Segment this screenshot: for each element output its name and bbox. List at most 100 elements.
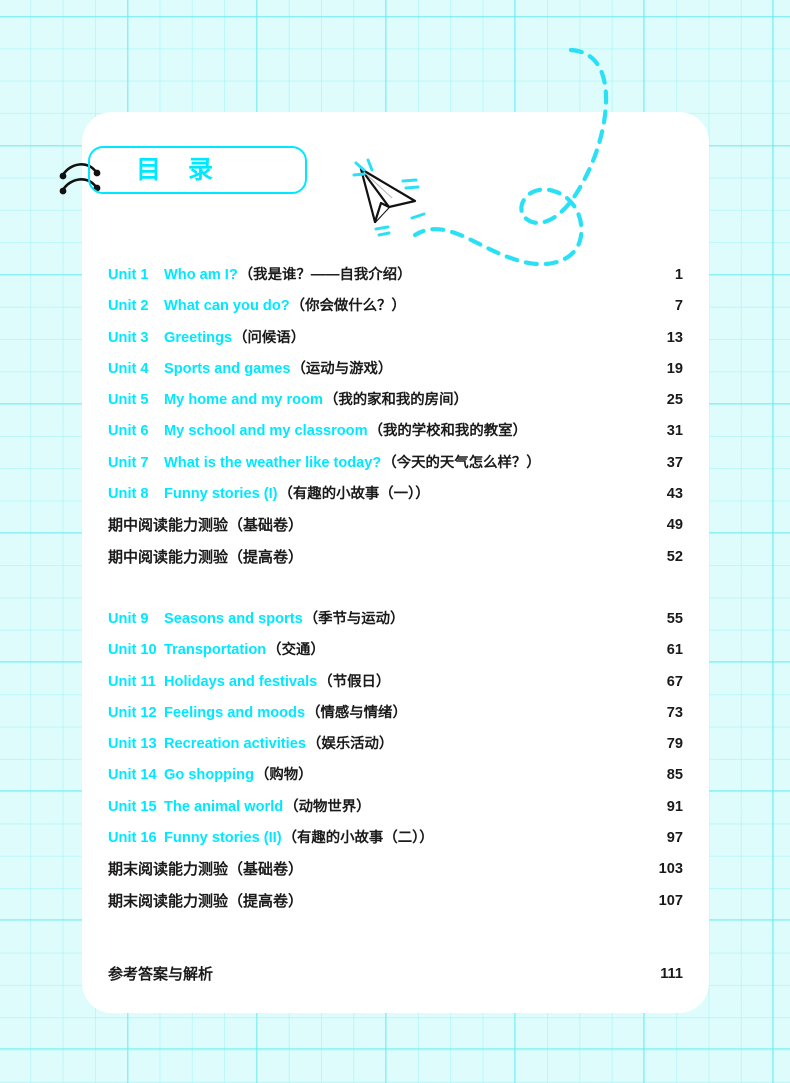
page-number: 31: [666, 423, 683, 440]
toc-row-label: Unit 14 Go shopping（购物）: [108, 762, 313, 785]
toc-row[interactable]: Unit 2 What can you do?（你会做什么？） 7: [108, 293, 683, 324]
unit-title-cn: （动物世界）: [284, 798, 371, 815]
unit-title-en: Greetings: [164, 329, 233, 346]
toc-block-first-半: Unit 1 Who am I?（我是谁？——自我介绍） 1 Unit 2 What…: [108, 262, 683, 575]
page-number: 19: [666, 360, 683, 377]
unit-number: Unit 6: [108, 423, 149, 440]
unit-number: Unit 12: [108, 704, 157, 721]
unit-title-cn: （季节与运动）: [303, 610, 405, 627]
unit-number: Unit 9: [108, 610, 149, 627]
toc-row[interactable]: Unit 5 My home and my room（我的家和我的房间） 25: [108, 387, 683, 418]
toc-row[interactable]: Unit 3 Greetings（问候语） 13: [108, 325, 683, 356]
unit-title-cn: （有趣的小故事（二））: [282, 830, 434, 847]
page-title: 目 录: [136, 156, 223, 184]
unit-title-en: Seasons and sports: [164, 610, 303, 627]
toc-row-label: 参考答案与解析: [108, 961, 213, 985]
unit-number: Unit 11: [108, 673, 156, 690]
page-number: 85: [666, 767, 683, 784]
unit-title-cn: （我是谁？——自我介绍）: [238, 267, 412, 283]
toc-row-label: Unit 16 Funny stories (II)（有趣的小故事（二））: [108, 825, 434, 848]
unit-title-cn: （交通）: [267, 642, 325, 659]
unit-title-en: What is the weather like today?: [164, 454, 382, 471]
unit-number: Unit 5: [108, 392, 149, 409]
unit-title-en: Sports and games: [164, 360, 291, 377]
unit-title-cn: （今天的天气怎么样？）: [382, 454, 541, 471]
table-of-contents: Unit 1 Who am I?（我是谁？——自我介绍） 1 Unit 2 What…: [108, 262, 683, 992]
unit-title-en: My school and my classroom: [164, 423, 368, 440]
toc-row-label: Unit 12 Feelings and moods（情感与情绪）: [108, 700, 407, 723]
toc-row[interactable]: Unit 16 Funny stories (II)（有趣的小故事（二）） 97: [108, 825, 683, 856]
page-number: 67: [666, 673, 683, 690]
unit-number: Unit 14: [108, 767, 157, 784]
unit-title-cn: （我的学校和我的教室）: [368, 423, 527, 440]
unit-title-cn: （我的家和我的房间）: [323, 392, 468, 409]
toc-row[interactable]: Unit 7 What is the weather like today?（今天…: [108, 450, 683, 481]
answers-label: 参考答案与解析: [108, 965, 214, 983]
page-number: 91: [666, 798, 683, 815]
test-label: 期中阅读能力测验（提高卷）: [108, 548, 304, 566]
page-number: 1: [674, 267, 683, 283]
toc-row[interactable]: Unit 11 Holidays and festivals（节假日） 67: [108, 669, 683, 700]
toc-row[interactable]: Unit 1 Who am I?（我是谁？——自我介绍） 1: [108, 262, 683, 293]
toc-block-second-半: Unit 9 Seasons and sports（季节与运动） 55 Unit …: [108, 606, 683, 919]
toc-row[interactable]: Unit 9 Seasons and sports（季节与运动） 55: [108, 606, 683, 637]
toc-row[interactable]: Unit 8 Funny stories (I)（有趣的小故事（一）） 43: [108, 481, 683, 512]
page-number: 111: [660, 965, 683, 982]
toc-row-label: Unit 7 What is the weather like today?（今天…: [108, 450, 541, 473]
page-number: 79: [666, 736, 683, 753]
unit-number: Unit 10: [108, 642, 157, 659]
unit-title-cn: （问候语）: [233, 329, 306, 346]
toc-row-label: Unit 10 Transportation（交通）: [108, 637, 325, 660]
unit-number: Unit 1: [108, 267, 149, 283]
toc-row-label: Unit 15 The animal world（动物世界）: [108, 794, 371, 817]
page-number: 37: [666, 454, 683, 471]
answers-separator: [108, 919, 683, 961]
unit-number: Unit 8: [108, 486, 149, 503]
unit-number: Unit 4: [108, 360, 149, 377]
unit-number: Unit 13: [108, 736, 157, 753]
toc-row-midterm-advanced[interactable]: 期中阅读能力测验（提高卷） 52: [108, 544, 683, 575]
page-number: 13: [666, 329, 683, 346]
toc-row-label: Unit 2 What can you do?（你会做什么？）: [108, 293, 406, 316]
unit-title-cn: （购物）: [254, 767, 313, 784]
toc-row-label: Unit 11 Holidays and festivals（节假日）: [108, 669, 390, 692]
toc-row[interactable]: Unit 14 Go shopping（购物） 85: [108, 762, 683, 793]
toc-row-final-basic[interactable]: 期末阅读能力测验（基础卷） 103: [108, 856, 683, 887]
page-number: 7: [674, 298, 683, 315]
page-number: 52: [666, 548, 683, 565]
toc-row-final-advanced[interactable]: 期末阅读能力测验（提高卷） 107: [108, 888, 683, 919]
page-number: 49: [666, 517, 683, 534]
unit-number: Unit 7: [108, 454, 149, 471]
toc-row-label: Unit 9 Seasons and sports（季节与运动）: [108, 606, 404, 629]
toc-row[interactable]: Unit 6 My school and my classroom（我的学校和我的…: [108, 418, 683, 449]
unit-title-en: Holidays and festivals: [164, 673, 318, 690]
toc-row[interactable]: Unit 15 The animal world（动物世界） 91: [108, 794, 683, 825]
unit-title-en: The animal world: [164, 798, 284, 815]
unit-title-cn: （情感与情绪）: [306, 704, 407, 721]
toc-row-label: 期中阅读能力测验（提高卷）: [108, 544, 303, 568]
unit-title-en: Feelings and moods: [164, 704, 306, 721]
page-number: 73: [666, 704, 683, 721]
toc-row-label: Unit 3 Greetings（问候语）: [108, 325, 305, 348]
toc-row[interactable]: Unit 4 Sports and games（运动与游戏） 19: [108, 356, 683, 387]
test-label: 期末阅读能力测验（提高卷）: [108, 892, 304, 910]
toc-row-answers[interactable]: 参考答案与解析 111: [108, 961, 683, 992]
unit-number: Unit 2: [108, 298, 149, 315]
unit-number: Unit 16: [108, 830, 157, 847]
page-number: 61: [666, 642, 683, 659]
page-number: 43: [666, 486, 683, 503]
toc-row-label: 期中阅读能力测验（基础卷）: [108, 512, 303, 536]
toc-row-label: Unit 5 My home and my room（我的家和我的房间）: [108, 387, 468, 410]
page-number: 25: [666, 392, 683, 409]
toc-row[interactable]: Unit 13 Recreation activities（娱乐活动） 79: [108, 731, 683, 762]
toc-row-midterm-basic[interactable]: 期中阅读能力测验（基础卷） 49: [108, 512, 683, 543]
page-number: 55: [666, 610, 683, 627]
toc-row-label: Unit 8 Funny stories (I)（有趣的小故事（一））: [108, 481, 430, 504]
toc-row-label: Unit 13 Recreation activities（娱乐活动）: [108, 731, 393, 754]
unit-title-en: Go shopping: [164, 767, 254, 784]
toc-row[interactable]: Unit 10 Transportation（交通） 61: [108, 637, 683, 668]
toc-row-label: 期末阅读能力测验（基础卷）: [108, 856, 303, 880]
toc-row[interactable]: Unit 12 Feelings and moods（情感与情绪） 73: [108, 700, 683, 731]
unit-title-en: Recreation activities: [164, 736, 306, 753]
unit-title-cn: （有趣的小故事（一））: [278, 486, 430, 503]
